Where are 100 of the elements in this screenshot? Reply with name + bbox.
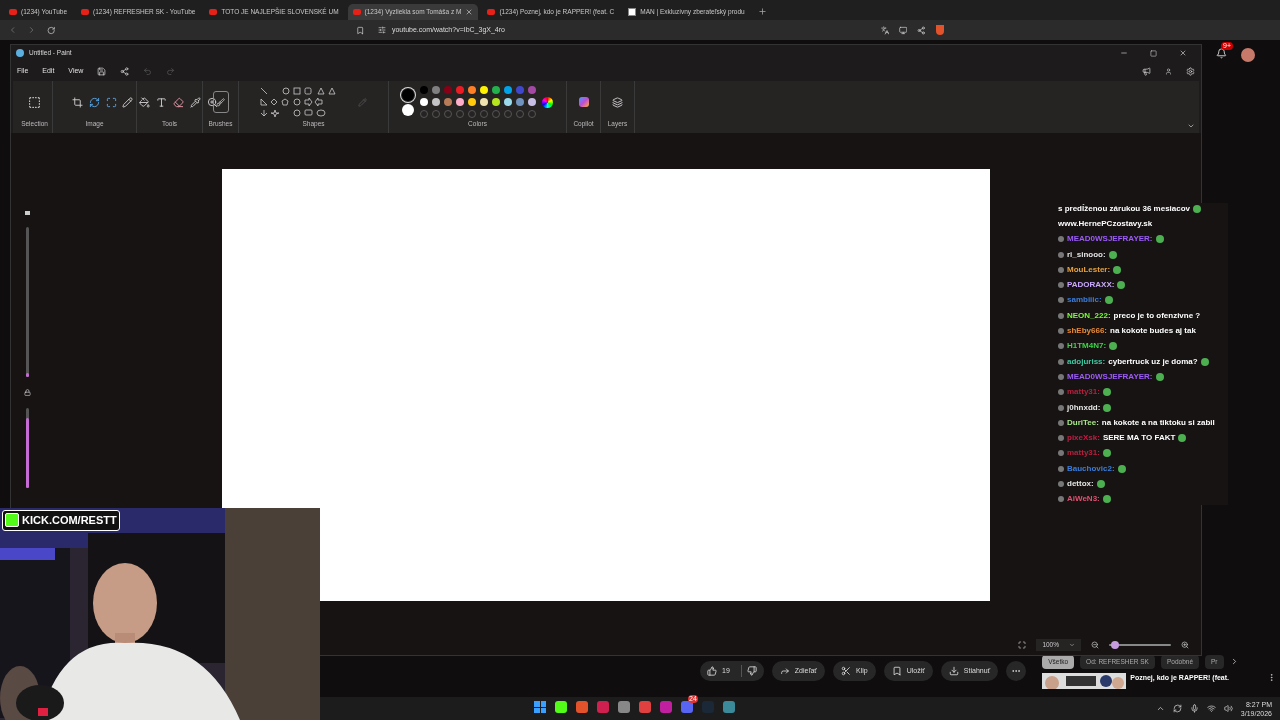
fit-icon[interactable] [1018,640,1027,649]
color-wheel-icon[interactable] [542,96,553,108]
color-swatch[interactable] [432,86,440,95]
selection-icon[interactable] [28,95,41,109]
user-badge-icon [1058,236,1064,243]
resize-icon[interactable] [106,96,117,108]
color-swatch[interactable] [492,98,500,107]
share-icon[interactable] [120,66,130,76]
color-swatch[interactable] [504,86,512,95]
volume-icon[interactable] [1223,704,1233,713]
chevron-up-icon[interactable] [1155,704,1165,713]
chat-username: shEby666: [1067,325,1108,338]
chat-message: cybertruck uz je doma? [1108,355,1198,368]
layers-icon[interactable] [612,96,623,108]
zoom-slider[interactable] [1109,643,1171,646]
app-icon[interactable] [576,701,588,713]
chat-message: na kokote budes aj tak [1110,325,1196,338]
collapse-icon[interactable] [1187,122,1195,130]
color-swatch[interactable] [420,98,428,107]
color-swatch[interactable] [432,98,440,107]
save-icon[interactable] [97,66,107,76]
color-swatch[interactable] [468,98,476,107]
user-badge-icon [1058,343,1064,350]
chat-username: NEON_222: [1067,309,1111,322]
shield-icon[interactable] [935,25,945,35]
chat-username: MouLester: [1067,263,1111,276]
bookmark-icon[interactable] [355,25,364,35]
youtube-favicon-icon [352,9,361,15]
more-button[interactable] [1006,661,1027,681]
chat-message: SERE MA TO FAKT [1102,432,1176,445]
sync-icon[interactable] [1172,704,1182,713]
thumbs-down-icon[interactable] [746,666,757,676]
text-tool-icon[interactable] [155,96,167,108]
app-icon[interactable] [618,701,630,713]
color-picker-icon[interactable] [189,96,201,108]
current-color[interactable] [402,88,414,101]
chat-username: ri_sinooo: [1067,248,1106,261]
megaphone-icon[interactable] [1142,66,1151,76]
screen-icon[interactable] [898,25,908,35]
pencil-icon[interactable] [121,96,133,108]
settings-icon[interactable] [1186,66,1195,76]
translate-icon[interactable] [880,25,889,35]
magnifier-icon[interactable] [206,96,218,108]
color-swatch[interactable] [516,86,524,95]
microphone-icon[interactable] [1189,704,1199,713]
thumbs-up-icon [707,666,717,676]
share-icon[interactable] [917,25,926,35]
color-swatch[interactable] [456,98,464,107]
brush-icon [216,97,225,107]
caret-icon [1069,641,1075,648]
app-icon[interactable] [555,701,567,713]
new-tab-icon[interactable] [757,7,767,16]
current-color[interactable] [402,103,414,116]
user-badge-icon [1058,358,1064,365]
minimize-icon[interactable] [1120,49,1128,57]
crop-icon[interactable] [72,96,83,108]
shapes-gallery-drawing[interactable] [260,87,336,118]
share-icon [779,666,790,676]
network-icon[interactable] [1206,704,1216,713]
color-swatch[interactable] [492,86,500,95]
youtube-favicon-icon [9,9,17,15]
chat-username: MEAD0WSJEFRAYER: [1067,370,1153,383]
color-swatch[interactable] [456,86,464,95]
color-swatch[interactable] [528,86,536,95]
fill-icon[interactable] [138,96,150,108]
zoom-out-icon[interactable] [1091,640,1099,649]
color-swatch[interactable] [444,86,452,95]
site-settings-icon[interactable] [377,26,386,34]
color-swatch[interactable] [444,98,452,107]
drawing-canvas[interactable] [222,169,990,601]
chat-username: dettox: [1067,478,1094,490]
close-icon[interactable] [1179,49,1187,57]
color-swatch[interactable] [528,98,536,107]
user-badge-icon [1058,266,1064,273]
eraser-icon[interactable] [172,96,184,108]
youtube-favicon-icon [81,9,90,15]
rotate-icon[interactable] [89,96,100,108]
notifications-icon[interactable] [1216,48,1227,59]
color-swatch[interactable] [504,98,512,107]
windows-icon[interactable] [534,701,546,713]
color-swatch[interactable] [480,86,488,95]
user-badge-icon [1058,404,1064,411]
reload-icon[interactable] [46,25,56,35]
maximize-icon[interactable] [1150,49,1157,57]
avatar[interactable] [1241,48,1255,62]
color-swatch[interactable] [468,86,476,95]
color-swatch[interactable] [480,98,488,107]
chat-message: preco je to ofenzivne ? [1113,309,1201,322]
download-icon [948,666,959,676]
site-favicon-icon [628,8,637,16]
close-icon[interactable] [465,8,474,16]
brush-button[interactable] [212,91,229,114]
copilot-icon[interactable] [578,97,589,108]
user-badge-icon [1058,496,1064,503]
color-swatch[interactable] [516,98,524,107]
zoom-in-icon[interactable] [1181,640,1189,649]
color-swatch[interactable] [420,86,428,95]
vertical-slider[interactable] [25,227,29,377]
lock-icon[interactable] [23,389,31,396]
account-icon[interactable] [1165,67,1172,75]
